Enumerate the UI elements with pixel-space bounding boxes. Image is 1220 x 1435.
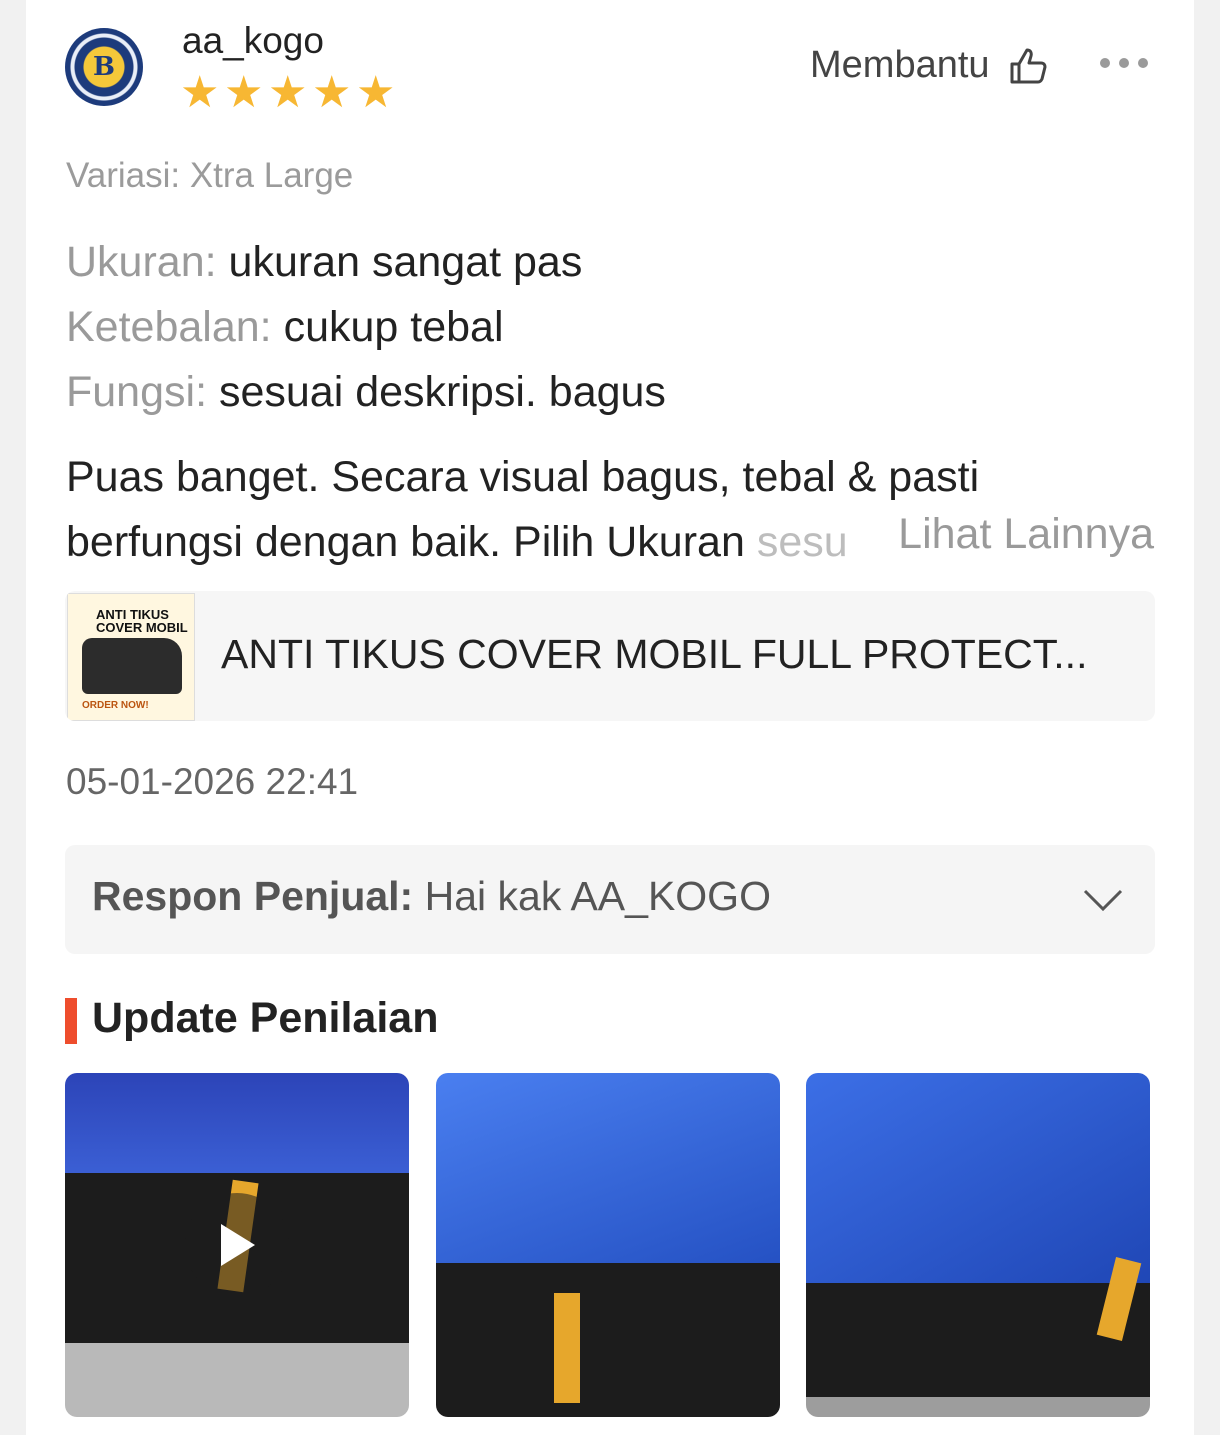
star-icon: ★ [312, 68, 352, 117]
thumbs-up-icon [1010, 48, 1047, 83]
update-title: Update Penilaian [92, 994, 439, 1042]
play-icon[interactable] [185, 1193, 289, 1297]
update-accent-bar [65, 998, 77, 1044]
attribute-thickness: Ketebalan: cukup tebal [66, 303, 504, 351]
product-link[interactable]: ANTI TIKUS COVER MOBIL ORDER NOW! ANTI TI… [65, 591, 1155, 721]
helpful-label: Membantu [810, 44, 990, 86]
username[interactable]: aa_kogo [182, 20, 324, 62]
rating-stars: ★ ★ ★ ★ ★ [180, 68, 396, 117]
attribute-function: Fungsi: sesuai deskripsi. bagus [66, 368, 666, 416]
see-more-link[interactable]: Lihat Lainnya [850, 510, 1154, 559]
helpful-button[interactable]: Membantu [810, 44, 1048, 87]
chevron-down-icon [1083, 889, 1123, 912]
attribute-size: Ukuran: ukuran sangat pas [66, 238, 583, 286]
variation-label: Variasi: Xtra Large [66, 156, 354, 195]
seller-response[interactable]: Respon Penjual: Hai kak AA_KOGO [65, 845, 1155, 954]
product-name: ANTI TIKUS COVER MOBIL FULL PROTECT... [221, 631, 1088, 677]
review-date: 05-01-2026 22:41 [66, 761, 359, 802]
update-photo-3[interactable] [806, 1073, 1150, 1417]
star-icon: ★ [356, 68, 396, 117]
update-video[interactable] [65, 1073, 409, 1417]
star-icon: ★ [180, 68, 220, 117]
update-photo-2[interactable] [436, 1073, 780, 1417]
star-icon: ★ [224, 68, 264, 117]
more-icon[interactable] [1100, 58, 1148, 68]
star-icon: ★ [268, 68, 308, 117]
product-thumbnail: ANTI TIKUS COVER MOBIL ORDER NOW! [67, 593, 195, 721]
avatar[interactable]: B [65, 28, 143, 106]
